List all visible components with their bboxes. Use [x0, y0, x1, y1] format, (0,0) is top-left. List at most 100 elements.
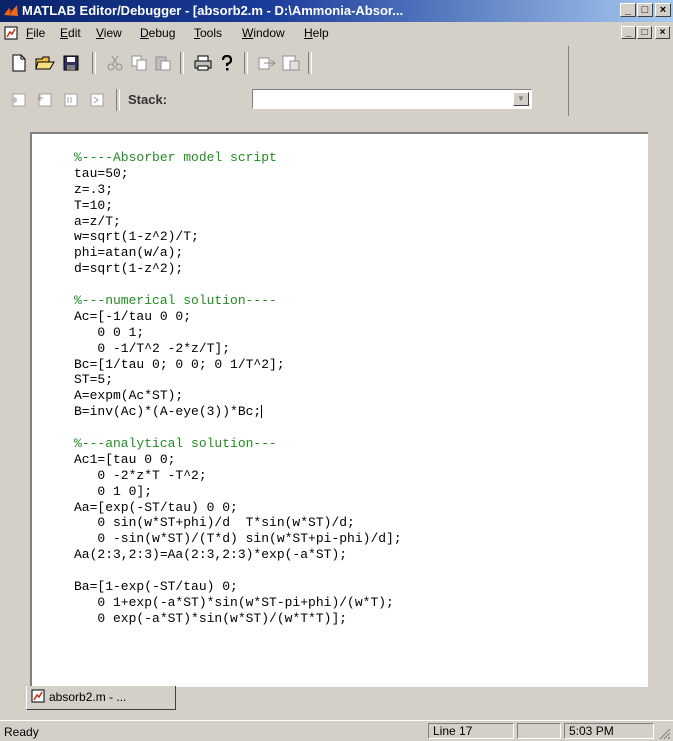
code-line[interactable]: Aa=[exp(-ST/tau) 0 0;	[74, 500, 402, 516]
save-icon[interactable]	[60, 52, 82, 74]
code-line[interactable]	[74, 277, 402, 293]
matlab-editor-window: MATLAB Editor/Debugger - [absorb2.m - D:…	[0, 0, 673, 741]
toolbar-separator	[180, 52, 184, 74]
print-icon[interactable]	[192, 52, 214, 74]
code-line-text: 0 sin(w*ST+phi)/d T*sin(w*ST)/d;	[74, 515, 355, 531]
code-line[interactable]: 0 1 0];	[74, 484, 402, 500]
status-line: Line 17	[428, 723, 514, 739]
code-line[interactable]: ST=5;	[74, 372, 402, 388]
code-line[interactable]: A=expm(Ac*ST);	[74, 388, 402, 404]
code-line[interactable]	[74, 563, 402, 579]
code-line-text: %---analytical solution---	[74, 436, 277, 452]
open-folder-icon[interactable]	[34, 52, 56, 74]
code-line-text: 0 -sin(w*ST)/(T*d) sin(w*ST+pi-phi)/d];	[74, 531, 402, 547]
code-comment-line[interactable]: %---analytical solution---	[74, 436, 402, 452]
code-line-text: 0 1 0];	[74, 483, 153, 499]
stack-dropdown[interactable]: ▼	[252, 89, 532, 109]
set-breakpoint-icon[interactable]	[8, 89, 30, 111]
code-line[interactable]: 0 0 1;	[74, 325, 402, 341]
doc-minimize-button[interactable]: _	[621, 26, 636, 39]
code-comment-line[interactable]: %----Absorber model script	[74, 150, 402, 166]
title-bar[interactable]: MATLAB Editor/Debugger - [absorb2.m - D:…	[0, 0, 673, 22]
matlab-logo-icon	[4, 5, 18, 16]
maximize-button[interactable]: □	[637, 3, 653, 17]
code-line-text: 0 -2*z*T -T^2;	[74, 467, 207, 483]
step-icon[interactable]	[60, 89, 82, 111]
cut-icon[interactable]	[104, 52, 126, 74]
path-browser-icon[interactable]	[280, 52, 302, 74]
code-editor[interactable]: %----Absorber model script tau=50; z=.3; T=…	[30, 132, 648, 687]
minimize-button[interactable]: _	[620, 3, 636, 17]
toolbar-separator	[244, 52, 248, 74]
toolbar-separator	[116, 89, 120, 111]
code-content[interactable]: %----Absorber model script tau=50; z=.3; T=…	[74, 150, 402, 627]
code-line-text: T=10;	[74, 197, 114, 213]
menu-help[interactable]: Help	[304, 26, 329, 40]
help-icon[interactable]	[216, 52, 238, 74]
code-line[interactable]: d=sqrt(1-z^2);	[74, 261, 402, 277]
menu-edit[interactable]: Edit	[60, 26, 81, 40]
code-line[interactable]: Bc=[1/tau 0; 0 0; 0 1/T^2];	[74, 357, 402, 373]
workspace-icon[interactable]	[256, 52, 278, 74]
doc-close-button[interactable]: ×	[655, 26, 670, 39]
code-line[interactable]: 0 sin(w*ST+phi)/d T*sin(w*ST)/d;	[74, 515, 402, 531]
code-line[interactable]: phi=atan(w/a);	[74, 245, 402, 261]
toolbar-separator	[92, 52, 96, 74]
clear-breakpoint-icon[interactable]	[34, 89, 56, 111]
menu-tools[interactable]: Tools	[194, 26, 222, 40]
stack-label: Stack:	[128, 92, 168, 107]
code-comment-line[interactable]: %---numerical solution----	[74, 293, 402, 309]
code-line[interactable]: Ac=[-1/tau 0 0;	[74, 309, 402, 325]
close-button[interactable]: ×	[655, 3, 671, 17]
code-line[interactable]: a=z/T;	[74, 214, 402, 230]
code-line[interactable]: w=sqrt(1-z^2)/T;	[74, 229, 402, 245]
text-caret	[261, 405, 263, 419]
menu-file[interactable]: File	[26, 26, 45, 40]
code-line-text: Aa=[exp(-ST/tau) 0 0;	[74, 499, 238, 515]
code-line-text: Ac1=[tau 0 0;	[74, 451, 176, 467]
code-line-text: 0 1+exp(-a*ST)*sin(w*ST-pi+phi)/(w*T);	[74, 594, 394, 610]
code-line[interactable]: z=.3;	[74, 182, 402, 198]
code-line[interactable]: Ba=[1-exp(-ST/tau) 0;	[74, 579, 402, 595]
code-line[interactable]: T=10;	[74, 198, 402, 214]
menu-debug[interactable]: Debug	[140, 26, 175, 40]
continue-icon[interactable]	[86, 89, 108, 111]
document-icon[interactable]	[4, 26, 18, 40]
code-line[interactable]: 0 exp(-a*ST)*sin(w*ST)/(w*T*T)];	[74, 611, 402, 627]
code-line[interactable]: Aa(2:3,2:3)=Aa(2:3,2:3)*exp(-a*ST);	[74, 547, 402, 563]
document-tab-label: absorb2.m - ...	[49, 690, 127, 704]
copy-icon[interactable]	[128, 52, 150, 74]
status-column	[517, 723, 561, 739]
menu-window[interactable]: Window	[242, 26, 285, 40]
code-line[interactable]: Ac1=[tau 0 0;	[74, 452, 402, 468]
resize-grip-icon[interactable]	[659, 728, 671, 740]
code-line[interactable]	[74, 420, 402, 436]
doc-restore-button[interactable]: □	[637, 26, 652, 39]
code-line[interactable]: 0 -2*z*T -T^2;	[74, 468, 402, 484]
code-line[interactable]: B=inv(Ac)*(A-eye(3))*Bc;	[74, 404, 402, 420]
menu-bar: File Edit View Debug Tools Window Help _…	[0, 22, 673, 44]
code-line[interactable]: 0 1+exp(-a*ST)*sin(w*ST-pi+phi)/(w*T);	[74, 595, 402, 611]
code-line[interactable]: 0 -sin(w*ST)/(T*d) sin(w*ST+pi-phi)/d];	[74, 531, 402, 547]
paste-icon[interactable]	[152, 52, 174, 74]
menu-view[interactable]: View	[96, 26, 122, 40]
code-line-text: Aa(2:3,2:3)=Aa(2:3,2:3)*exp(-a*ST);	[74, 547, 348, 563]
toolbar-separator	[308, 52, 312, 74]
code-line-text: A=expm(Ac*ST);	[74, 388, 184, 404]
code-line-text: d=sqrt(1-z^2);	[74, 261, 184, 277]
document-tab[interactable]: absorb2.m - ...	[26, 686, 176, 710]
code-line-text: %---numerical solution----	[74, 293, 277, 309]
code-line-text: a=z/T;	[74, 213, 121, 229]
editor-frame: %----Absorber model script tau=50; z=.3; T=…	[0, 120, 673, 687]
code-line[interactable]: 0 -1/T^2 -2*z/T];	[74, 341, 402, 357]
dropdown-arrow-icon[interactable]: ▼	[513, 92, 529, 106]
status-bar: Ready Line 17 5:03 PM	[0, 720, 673, 741]
code-line-text: w=sqrt(1-z^2)/T;	[74, 229, 199, 245]
toolbar-empty-area	[568, 46, 673, 116]
code-line-text: %----Absorber model script	[74, 150, 277, 165]
code-line[interactable]: tau=50;	[74, 166, 402, 182]
new-file-icon[interactable]	[8, 52, 30, 74]
m-file-icon	[31, 689, 45, 703]
code-line-text: phi=atan(w/a);	[74, 245, 184, 261]
status-time: 5:03 PM	[564, 723, 654, 739]
